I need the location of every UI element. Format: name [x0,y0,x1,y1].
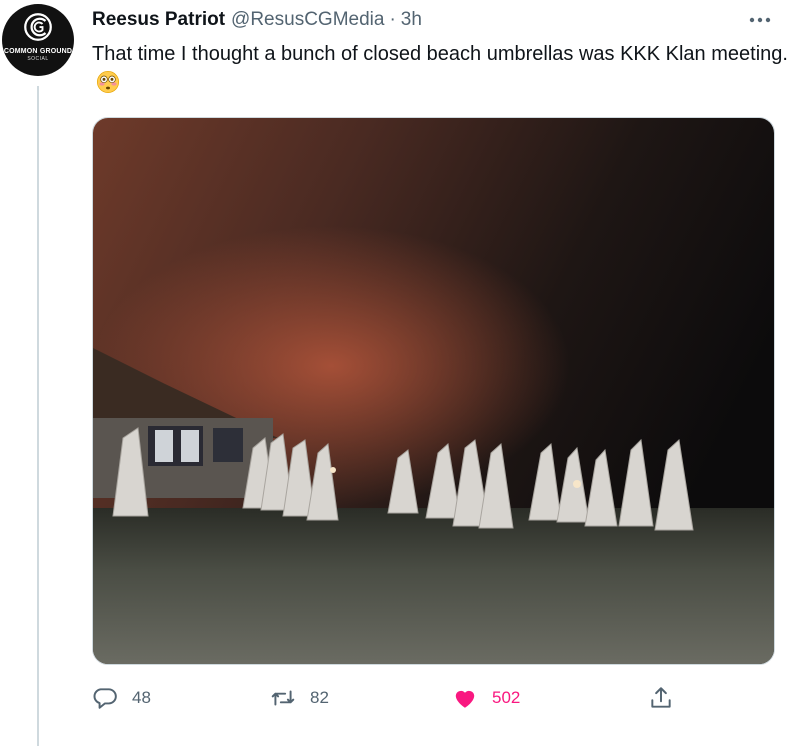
author-handle[interactable]: @ResusCGMedia [231,9,384,31]
tweet-body: That time I thought a bunch of closed be… [92,43,788,65]
author-name[interactable]: Reesus Patriot [92,9,225,31]
share-icon [651,687,671,708]
retweet-button[interactable]: 82 [270,678,329,718]
thread-line [37,86,39,746]
reply-button[interactable]: 48 [92,678,151,718]
tweet-header: Reesus Patriot @ResusCGMedia · 3h [92,9,422,31]
heart-icon [455,690,475,708]
more-button[interactable] [748,10,772,30]
common-ground-logo-icon [24,13,52,41]
reply-icon [93,688,117,709]
like-count: 502 [492,688,521,707]
tweet-text: That time I thought a bunch of closed be… [92,40,792,98]
more-dots-icon [749,17,771,23]
flushed-face-emoji-icon [97,71,119,93]
retweet-count: 82 [310,688,329,707]
share-button[interactable] [648,678,674,718]
avatar-brand: COMMON GROUND [3,48,73,55]
reply-count: 48 [132,688,151,707]
tweet-timestamp[interactable]: 3h [401,9,422,31]
header-separator: · [389,9,396,30]
tweet-actions: 48 82 502 [92,678,692,718]
avatar-brand-sub: SOCIAL [27,56,49,62]
night-beach-umbrellas-photo [93,118,774,664]
retweet-icon [271,690,295,706]
like-button[interactable]: 502 [452,678,520,718]
tweet-photo[interactable] [92,117,775,665]
avatar[interactable]: COMMON GROUND SOCIAL [2,4,74,76]
